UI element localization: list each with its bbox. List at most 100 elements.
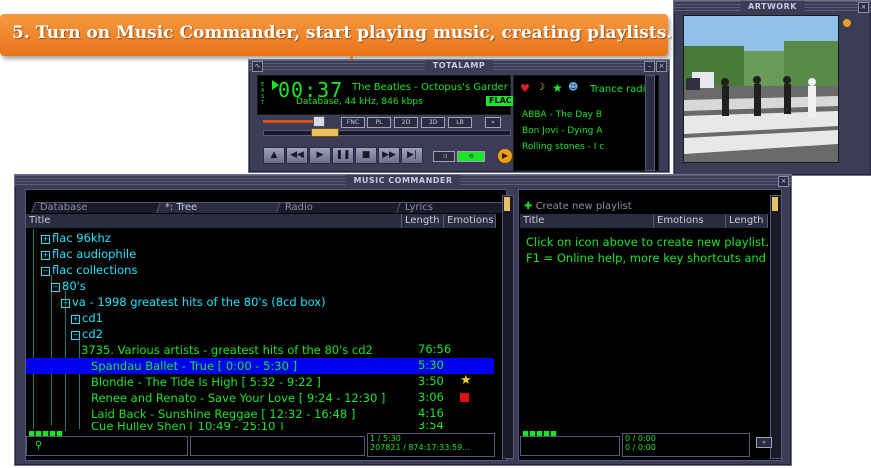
rewind-icon: ◀◀ bbox=[290, 150, 304, 160]
pause-icon: ❚❚ bbox=[335, 150, 351, 160]
filter-box[interactable] bbox=[190, 436, 365, 456]
track-row[interactable]: Renee and Renato - Save Your Love [ 9:24… bbox=[91, 390, 385, 406]
shuffle-button[interactable]: ⤨ bbox=[433, 151, 455, 162]
volume-bar[interactable] bbox=[263, 120, 319, 123]
pl-col-header-emotions[interactable]: Emotions bbox=[654, 214, 726, 228]
col-header-emotions[interactable]: Emotions bbox=[444, 214, 496, 228]
tree-node[interactable]: − cd2 bbox=[71, 326, 103, 342]
expand-icon[interactable]: + bbox=[41, 235, 50, 244]
volume-knob[interactable] bbox=[313, 116, 325, 127]
tree-node[interactable]: + flac 96khz bbox=[41, 230, 111, 246]
radio-label[interactable]: Trance radio bbox=[590, 84, 652, 95]
expand-icon[interactable]: + bbox=[41, 251, 50, 260]
track-length: 3:54 bbox=[418, 422, 444, 430]
pl-col-header-title[interactable]: Title bbox=[520, 214, 654, 228]
play-button[interactable]: ▶ bbox=[309, 147, 331, 164]
repeat-button[interactable]: ⟲ bbox=[457, 151, 485, 162]
col-header-title[interactable]: Title bbox=[26, 214, 402, 228]
rewind-button[interactable]: ◀◀ bbox=[286, 147, 308, 164]
tab-database[interactable]: Database bbox=[30, 202, 168, 213]
mc-titlebar[interactable]: MUSIC COMMANDER × bbox=[15, 175, 791, 187]
track-length: 3:50 bbox=[418, 374, 444, 388]
forward-button[interactable]: ▶▶ bbox=[378, 147, 400, 164]
prev-button[interactable]: ▲ bbox=[263, 147, 285, 164]
tab-radio[interactable]: Radio bbox=[275, 202, 407, 213]
go-button[interactable]: ▶ bbox=[497, 148, 513, 164]
track-row[interactable]: Cue Hulley Shen [ 10:49 - 25:10 ] bbox=[91, 422, 284, 430]
star-emotion-icon[interactable]: ★ bbox=[460, 373, 472, 388]
now-playing-display: EAST 00:37 The Beatles - Octopus's Garde… bbox=[257, 75, 515, 115]
expand-button[interactable]: » bbox=[485, 117, 501, 128]
artwork-titlebar[interactable]: ARTWORK × bbox=[674, 1, 871, 13]
album-row[interactable]: 3735. Various artists - greatest hits of… bbox=[81, 342, 373, 358]
playlist-item[interactable]: ABBA - The Day B bbox=[522, 110, 612, 120]
mini-playlist-scrollbar[interactable] bbox=[645, 75, 655, 171]
tab-lyrics[interactable]: Lyrics bbox=[395, 202, 511, 213]
pl-label: PL bbox=[375, 119, 383, 126]
search-icon[interactable]: ⚲ bbox=[35, 441, 42, 451]
minimize-icon[interactable]: – bbox=[644, 61, 655, 72]
collapse-icon[interactable]: − bbox=[71, 331, 80, 340]
left-status-line2: 207821 / 874:17:33:59... bbox=[370, 443, 470, 452]
totalamp-titlebar[interactable]: TOTALAMP ∿ – × bbox=[249, 60, 669, 72]
right-status-line1: 0 / 0:00 bbox=[625, 434, 656, 443]
artwork-title: ARTWORK bbox=[740, 1, 805, 13]
playlist-item[interactable]: Bon Jovi - Dying A bbox=[522, 126, 612, 136]
playlist-scroll-thumb[interactable] bbox=[772, 197, 778, 211]
mc-title: MUSIC COMMANDER bbox=[345, 175, 461, 187]
tree-scroll-thumb[interactable] bbox=[504, 197, 510, 211]
close-icon[interactable]: × bbox=[858, 2, 869, 13]
pl-col-header-length[interactable]: Length bbox=[726, 214, 768, 228]
tree-guide bbox=[51, 275, 52, 425]
collapse-icon[interactable]: − bbox=[41, 267, 50, 276]
heart-icon[interactable]: ♥ bbox=[520, 82, 530, 95]
tree-node[interactable]: + flac audiophile bbox=[41, 246, 136, 262]
tree-node[interactable]: −80's bbox=[51, 278, 86, 294]
tree-node[interactable]: + cd1 bbox=[71, 310, 103, 326]
lb-button[interactable]: LB bbox=[448, 117, 472, 128]
playlist-panel bbox=[518, 189, 782, 461]
stream-info: Database, 44 kHz, 846 kbps bbox=[296, 97, 423, 107]
stop-button[interactable]: ■ bbox=[355, 147, 377, 164]
track-length: 5:30 bbox=[418, 358, 444, 372]
col-header-length[interactable]: Length bbox=[402, 214, 444, 228]
playlist-scrollbar[interactable] bbox=[770, 195, 782, 459]
tree-node[interactable]: − va - 1998 greatest hits of the 80's (8c… bbox=[61, 294, 326, 310]
menu-icon[interactable]: ∿ bbox=[252, 61, 263, 72]
track-title: The Beatles - Octopus's Garden (2 bbox=[352, 82, 508, 93]
red-square-emotion-icon[interactable] bbox=[460, 393, 469, 402]
format-badge: FLAC bbox=[486, 96, 515, 106]
artwork-window: ARTWORK × bbox=[673, 0, 871, 176]
tab-tree[interactable]: *: Tree bbox=[155, 202, 287, 213]
tree-guide bbox=[79, 339, 80, 429]
next-button[interactable]: ▶| bbox=[401, 147, 423, 164]
seek-bar[interactable] bbox=[263, 130, 511, 136]
playlist-expand-button[interactable]: » bbox=[756, 437, 772, 448]
tree-node[interactable]: − flac collections bbox=[41, 262, 137, 278]
star-icon[interactable]: ★ bbox=[552, 81, 563, 95]
playlist-filter-box[interactable] bbox=[520, 436, 620, 456]
help-line: Click on icon above to create new playli… bbox=[526, 235, 770, 249]
pl-button[interactable]: PL bbox=[367, 117, 391, 128]
2d-label: 2D bbox=[401, 119, 411, 126]
playlist-item[interactable]: Rolling stones - I c bbox=[522, 142, 612, 152]
3d-button[interactable]: 3D bbox=[421, 117, 445, 128]
collapse-icon[interactable]: − bbox=[61, 299, 70, 308]
tree-scrollbar[interactable] bbox=[502, 195, 514, 459]
seek-knob[interactable] bbox=[311, 128, 339, 137]
2d-button[interactable]: 2D bbox=[394, 117, 418, 128]
pause-button[interactable]: ❚❚ bbox=[332, 147, 354, 164]
collapse-icon[interactable]: − bbox=[51, 283, 60, 292]
track-length: 4:16 bbox=[418, 406, 444, 420]
track-row[interactable]: Laid Back - Sunshine Reggae [ 12:32 - 16… bbox=[91, 406, 355, 422]
fnc-button[interactable]: FNC bbox=[341, 117, 365, 128]
moon-icon[interactable]: ☽ bbox=[536, 82, 545, 93]
close-icon[interactable]: × bbox=[656, 61, 667, 72]
create-playlist-button[interactable]: ✚ Create new playlist bbox=[524, 201, 644, 213]
track-row[interactable]: Spandau Ballet - True [ 0:00 - 5:30 ] bbox=[91, 358, 297, 374]
face-icon[interactable]: ☻ bbox=[568, 82, 578, 93]
close-icon[interactable]: × bbox=[778, 176, 789, 187]
search-box[interactable]: ⚲ bbox=[26, 436, 188, 456]
expand-icon[interactable]: + bbox=[71, 315, 80, 324]
track-row[interactable]: Blondie - The Tide Is High [ 5:32 - 9:22… bbox=[91, 374, 321, 390]
